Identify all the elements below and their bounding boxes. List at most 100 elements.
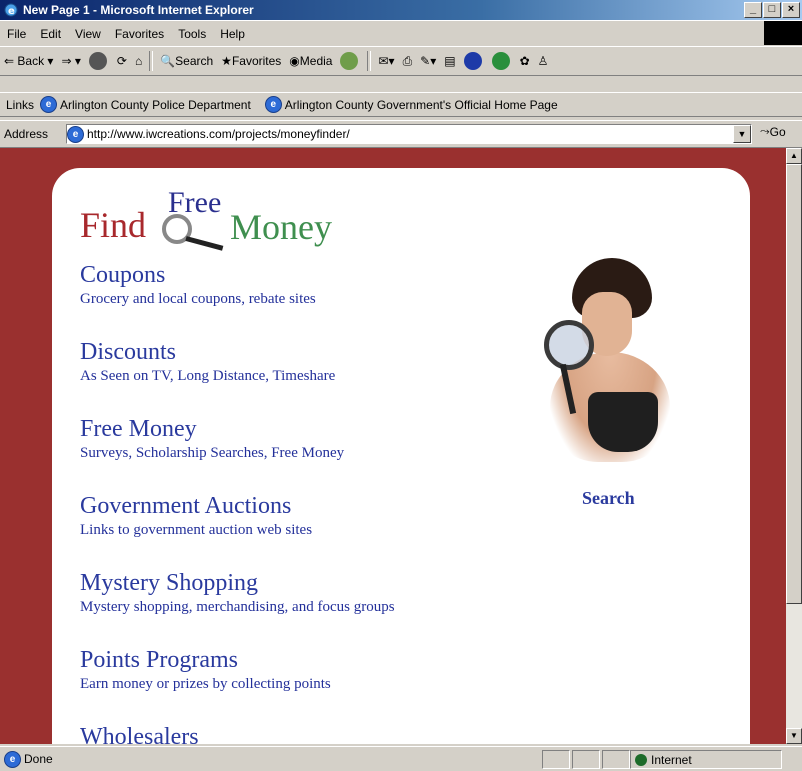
category-title[interactable]: Coupons — [80, 260, 540, 290]
search-button[interactable]: 🔍 Search — [156, 54, 217, 68]
category-list: Coupons Grocery and local coupons, rebat… — [80, 260, 540, 744]
menu-help[interactable]: Help — [213, 27, 252, 41]
back-button[interactable]: ⇐ Back ▾ — [0, 54, 57, 68]
magnifying-glass-icon — [544, 320, 594, 370]
window-title: New Page 1 - Microsoft Internet Explorer — [23, 3, 254, 17]
category-title[interactable]: Wholesalers — [80, 722, 540, 744]
user-button[interactable]: ♙ — [534, 54, 553, 68]
mail-button[interactable]: ✉ ▾ — [374, 54, 398, 68]
menu-edit[interactable]: Edit — [33, 27, 68, 41]
print-button[interactable]: ⎙ — [399, 54, 417, 69]
category-wholesalers: Wholesalers — [80, 722, 540, 744]
home-button[interactable]: ⌂ — [131, 54, 146, 68]
svg-text:e: e — [8, 6, 15, 17]
category-mystery-shopping: Mystery Shopping Mystery shopping, merch… — [80, 568, 540, 645]
media-icon: ◉ — [289, 54, 300, 68]
menu-favorites[interactable]: Favorites — [108, 27, 171, 41]
scroll-thumb[interactable] — [786, 164, 802, 604]
minimize-button[interactable]: _ — [744, 2, 762, 18]
link-county-label: Arlington County Government's Official H… — [284, 97, 558, 112]
windows-logo-icon — [764, 21, 802, 45]
category-desc: As Seen on TV, Long Distance, Timeshare — [80, 368, 336, 384]
ie-icon: e — [3, 2, 19, 18]
site-logo[interactable]: Find Free Money — [80, 182, 410, 251]
content-card: Find Free Money Coupons Grocery and loca… — [52, 168, 750, 744]
status-bar: e Done Internet — [0, 746, 802, 771]
forward-button[interactable]: ⇒ ▾ — [57, 54, 84, 68]
category-points-programs: Points Programs Earn money or prizes by … — [80, 645, 540, 722]
logo-money: Money — [230, 207, 332, 247]
edit-button[interactable]: ✎ ▾ — [416, 54, 440, 68]
back-arrow-icon: ⇐ — [4, 54, 15, 68]
forward-arrow-icon: ⇒ — [61, 54, 72, 68]
page-viewport: Find Free Money Coupons Grocery and loca… — [0, 148, 786, 744]
menu-view[interactable]: View — [68, 27, 108, 41]
edit-icon: ✎ — [420, 54, 431, 68]
link-police-label: Arlington County Police Department — [60, 97, 251, 112]
photo-top — [588, 392, 658, 452]
refresh-button[interactable]: ⟳ — [113, 54, 131, 68]
category-coupons: Coupons Grocery and local coupons, rebat… — [80, 260, 540, 337]
favorites-label: Favorites — [231, 54, 282, 68]
links-bar: Links e Arlington County Police Departmen… — [0, 92, 802, 117]
mail-icon: ✉ — [378, 54, 389, 68]
home-icon: ⌂ — [134, 54, 143, 68]
discuss-button[interactable]: ▤ — [440, 54, 459, 68]
back-label: Back — [17, 54, 45, 68]
link-police-dept[interactable]: e Arlington County Police Department — [40, 96, 251, 113]
history-button[interactable] — [336, 52, 364, 70]
address-bar: Address e http://www.iwcreations.com/pro… — [0, 120, 802, 148]
scroll-up-button[interactable]: ▲ — [786, 148, 802, 164]
u-icon — [463, 52, 482, 70]
menu-tools[interactable]: Tools — [171, 27, 213, 41]
page-icon: e — [40, 96, 58, 113]
woman-with-magnifier-image — [532, 252, 692, 482]
maximize-button[interactable]: □ — [763, 2, 781, 18]
category-title[interactable]: Discounts — [80, 337, 540, 367]
standard-toolbar: ⇐ Back ▾ ⇒ ▾ ⟳ ⌂ 🔍 Search ★ Favorites ◉ Med… — [0, 46, 802, 76]
category-title[interactable]: Points Programs — [80, 645, 540, 675]
gear-icon: ✿ — [519, 54, 530, 68]
category-title[interactable]: Mystery Shopping — [80, 568, 540, 598]
globe-icon — [491, 52, 510, 70]
globe-icon — [635, 753, 647, 766]
category-title[interactable]: Government Auctions — [80, 491, 540, 521]
link-county-gov[interactable]: e Arlington County Government's Official … — [264, 96, 558, 113]
refresh-icon: ⟳ — [116, 54, 127, 68]
status-panel — [602, 750, 630, 769]
address-dropdown-button[interactable]: ▼ — [733, 125, 751, 143]
page-icon: e — [4, 750, 21, 768]
scroll-down-button[interactable]: ▼ — [786, 728, 802, 744]
title-bar: e New Page 1 - Microsoft Internet Explor… — [0, 0, 802, 20]
logo-find: Find — [80, 205, 147, 245]
page-icon: e — [264, 96, 282, 113]
stop-button[interactable] — [85, 52, 113, 70]
go-label: Go — [769, 124, 786, 139]
search-link[interactable]: Search — [582, 488, 635, 509]
status-text: Done — [24, 752, 53, 766]
menu-bar: File Edit View Favorites Tools Help — [0, 20, 802, 47]
media-label: Media — [299, 54, 333, 68]
category-desc: Earn money or prizes by collecting point… — [80, 676, 331, 692]
favorites-button[interactable]: ★ Favorites — [217, 54, 285, 68]
category-title[interactable]: Free Money — [80, 414, 540, 444]
messenger-button[interactable] — [460, 52, 488, 70]
go-button[interactable]: ⤳ Go — [760, 124, 786, 139]
category-desc: Grocery and local coupons, rebate sites — [80, 291, 316, 307]
vertical-scrollbar[interactable]: ▲ ▼ — [786, 148, 802, 744]
media-button[interactable]: ◉ Media — [285, 54, 336, 68]
category-desc: Mystery shopping, merchandising, and foc… — [80, 599, 395, 615]
user-icon: ♙ — [537, 54, 549, 68]
history-icon — [340, 52, 359, 70]
star-icon: ★ — [221, 54, 232, 68]
category-desc: Surveys, Scholarship Searches, Free Mone… — [80, 445, 345, 461]
close-button[interactable]: × — [782, 2, 800, 18]
page-icon: e — [67, 125, 84, 143]
category-government-auctions: Government Auctions Links to government … — [80, 491, 540, 568]
cog-button[interactable]: ✿ — [516, 54, 534, 68]
globe-button[interactable] — [488, 52, 516, 70]
menu-file[interactable]: File — [0, 27, 33, 41]
print-icon: ⎙ — [402, 53, 413, 68]
zone-panel: Internet — [630, 750, 782, 769]
address-input[interactable]: e http://www.iwcreations.com/projects/mo… — [66, 124, 752, 144]
